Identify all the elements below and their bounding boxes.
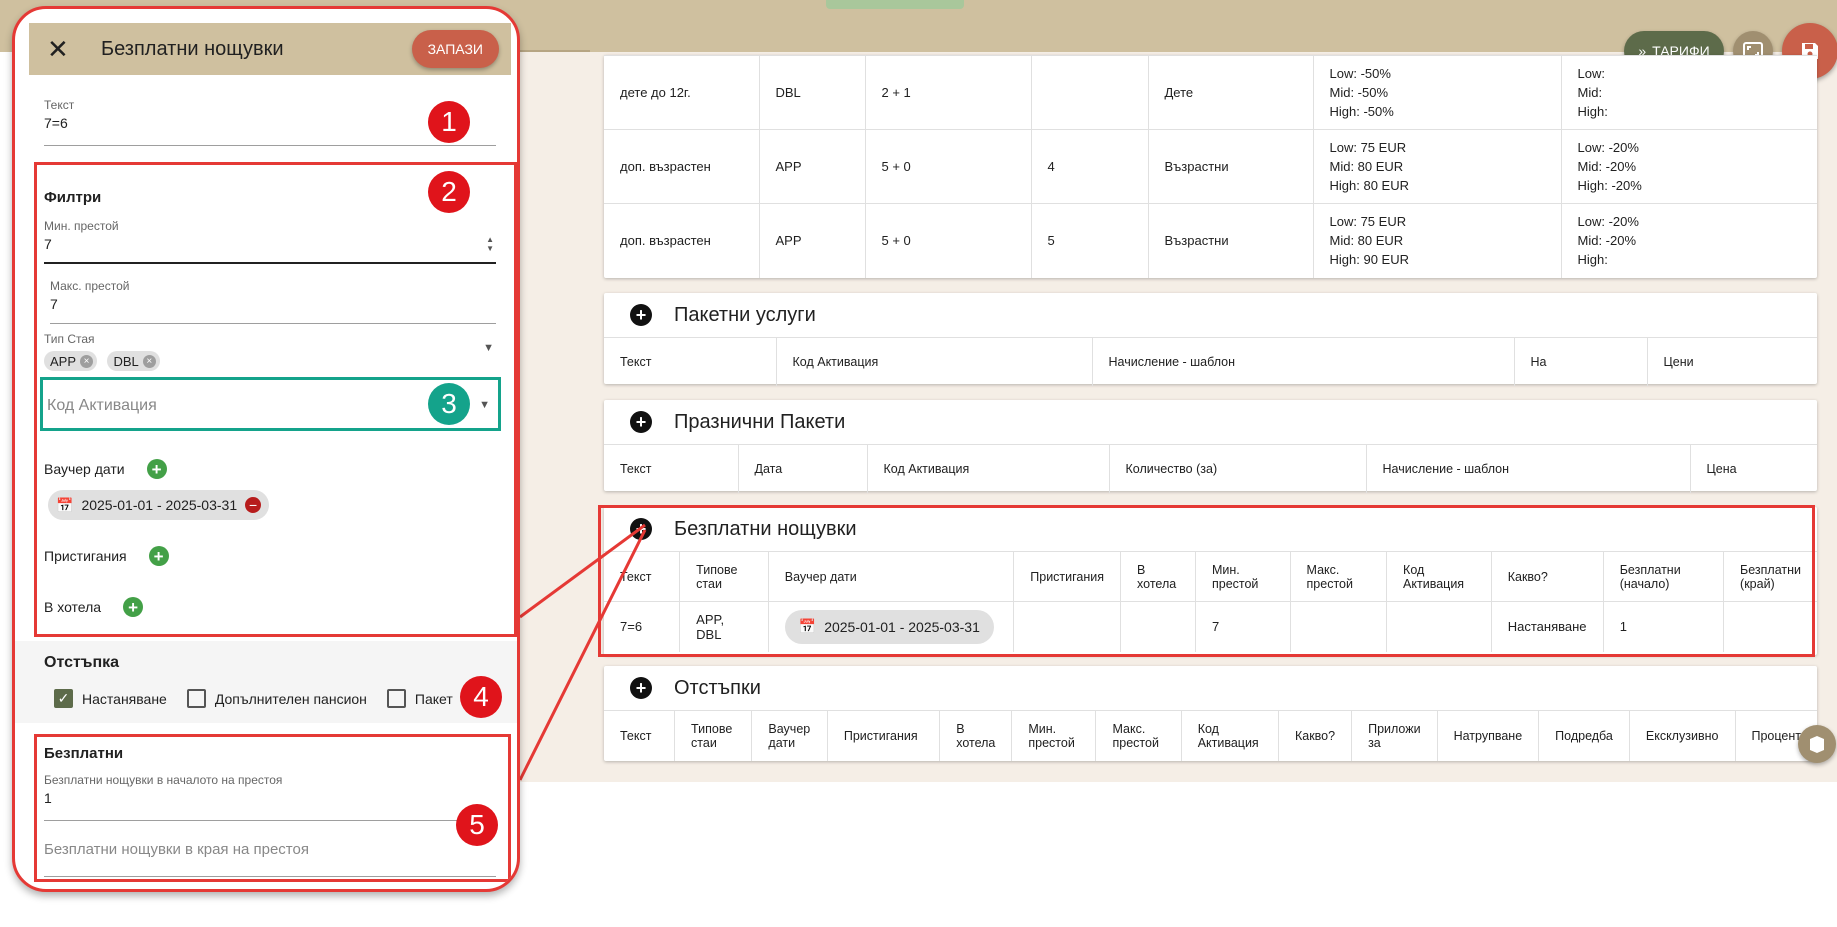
check-icon: ✓ xyxy=(54,689,73,708)
in-hotel-row: В хотела + xyxy=(44,597,144,617)
discount-checkboxes: ✓ Настаняване Допълнителен пансион Пакет xyxy=(54,689,473,708)
arrivals-row: Пристигания + xyxy=(44,546,169,566)
add-in-hotel-icon[interactable]: + xyxy=(123,597,144,617)
save-button[interactable]: ЗАПАЗИ xyxy=(411,30,499,68)
add-voucher-date-icon[interactable]: + xyxy=(146,459,167,479)
room-chip[interactable]: DBL × xyxy=(107,351,160,371)
free-nights-edit-panel: ✕ Безплатни нощувки ЗАПАЗИ Текст 7=6 1 2… xyxy=(12,6,520,892)
free-title: Безплатни xyxy=(44,745,124,762)
marker-2: 2 xyxy=(428,171,470,213)
panel-header: ✕ Безплатни нощувки ЗАПАЗИ xyxy=(29,23,511,75)
room-type-select[interactable]: Тип Стая APP × DBL × ▼ xyxy=(44,332,496,376)
free-end-field[interactable]: Безплатни нощувки в края на престоя xyxy=(44,837,496,877)
close-icon[interactable]: ✕ xyxy=(47,34,77,65)
filters-title: Филтри xyxy=(44,189,102,206)
board-checkbox[interactable]: Допълнителен пансион xyxy=(186,689,367,708)
package-checkbox[interactable]: Пакет xyxy=(386,689,453,708)
discount-title: Отстъпка xyxy=(44,654,120,671)
remove-date-icon[interactable]: − xyxy=(245,497,262,513)
dropdown-arrow-icon[interactable]: ▼ xyxy=(483,342,494,354)
remove-chip-icon[interactable]: × xyxy=(80,354,94,368)
voucher-date-chip[interactable]: 📅 2025-01-01 - 2025-03-31 − xyxy=(48,490,270,520)
voucher-dates-row: Ваучер дати + xyxy=(44,459,167,479)
remove-chip-icon[interactable]: × xyxy=(142,354,156,368)
add-arrival-icon[interactable]: + xyxy=(148,546,169,566)
panel-title: Безплатни нощувки xyxy=(101,37,284,60)
max-stay-field[interactable]: Макс. престой 7 xyxy=(50,279,496,324)
calendar-icon: 📅 xyxy=(56,496,74,513)
marker-1: 1 xyxy=(428,101,470,143)
marker-4: 4 xyxy=(460,676,502,718)
accommodation-checkbox[interactable]: ✓ Настаняване xyxy=(54,689,167,708)
room-chip[interactable]: APP × xyxy=(44,351,98,371)
min-stay-field[interactable]: Мин. престой 7 ▲ ▼ xyxy=(44,219,496,264)
stepper-icon[interactable]: ▲ ▼ xyxy=(486,235,494,253)
free-start-field[interactable]: Безплатни нощувки в началото на престоя … xyxy=(44,773,464,821)
marker-5: 5 xyxy=(456,804,498,846)
dropdown-arrow-icon[interactable]: ▼ xyxy=(479,399,490,411)
marker-3: 3 xyxy=(428,383,470,425)
